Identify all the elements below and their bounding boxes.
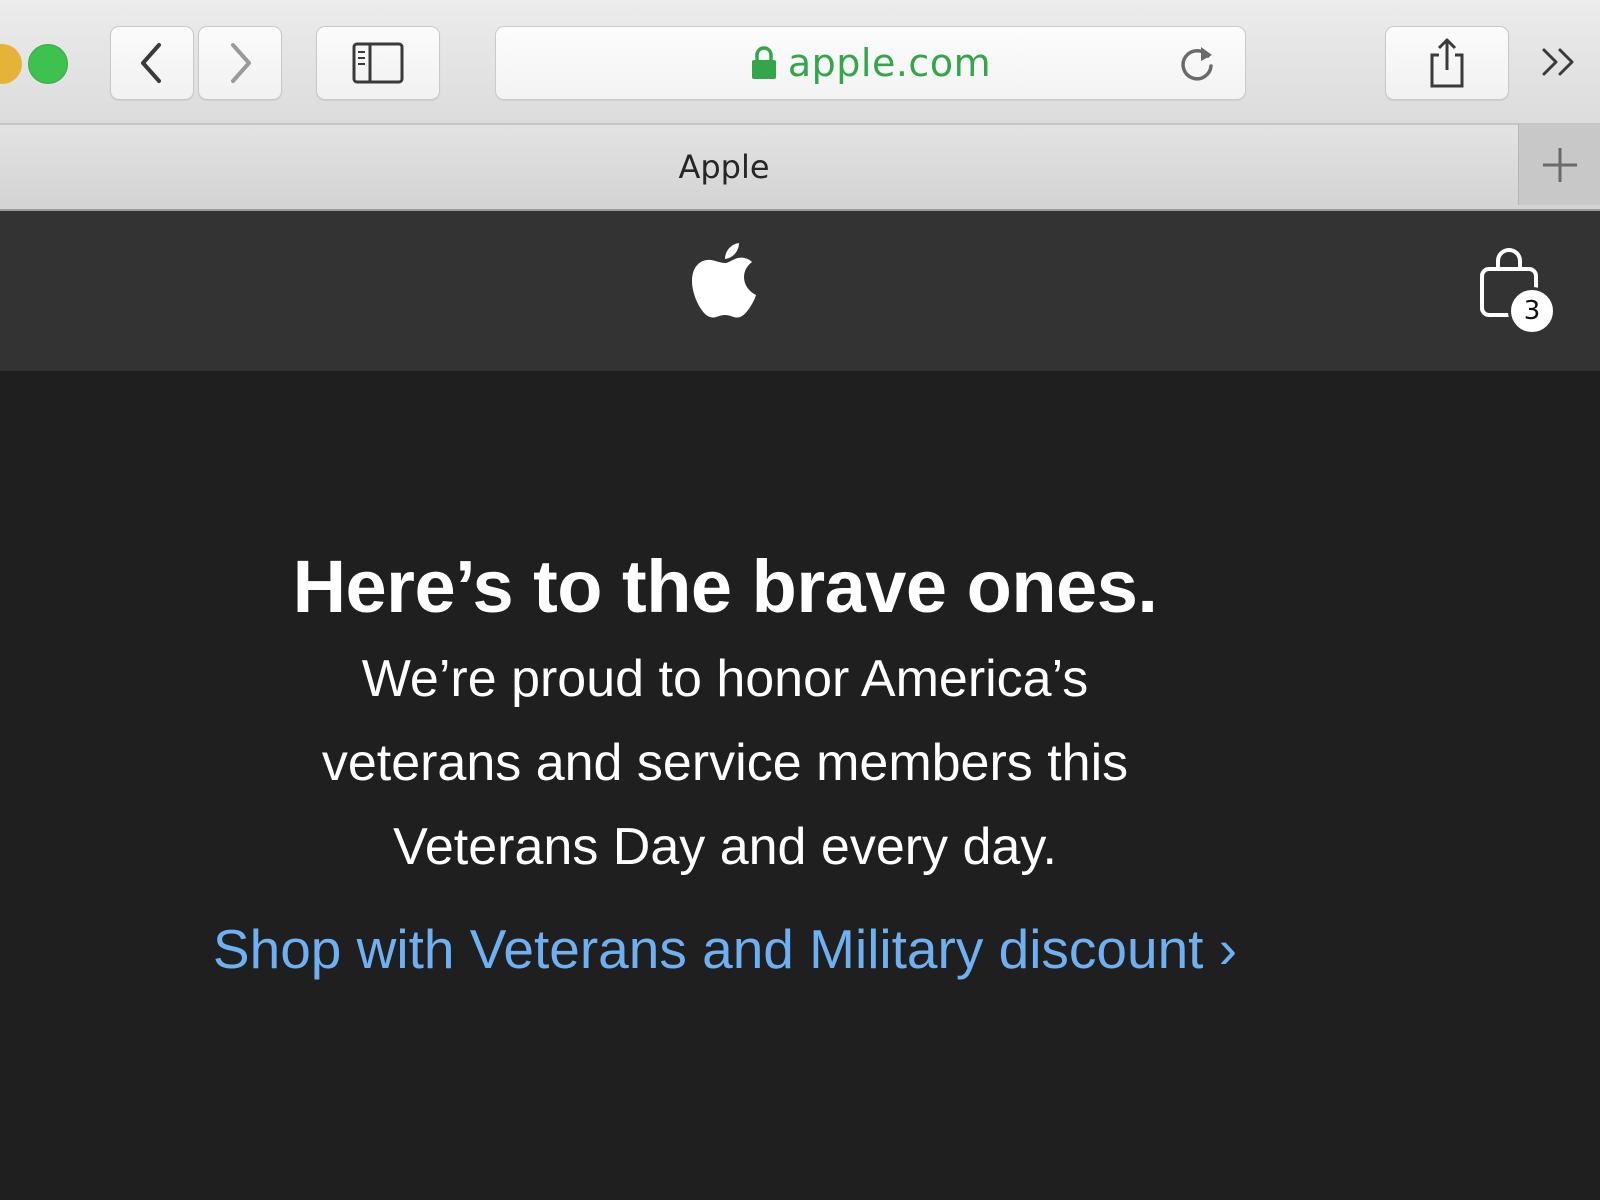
share-button[interactable] bbox=[1385, 26, 1509, 100]
sidebar-icon bbox=[352, 42, 404, 84]
tab-bar: Apple bbox=[0, 125, 1600, 211]
browser-window: apple.com Apple 3 Here’s to the brave on… bbox=[0, 0, 1600, 1200]
sidebar-toggle-button[interactable] bbox=[316, 26, 440, 100]
address-display: apple.com bbox=[496, 27, 1245, 99]
browser-toolbar: apple.com bbox=[0, 0, 1600, 125]
shop-veterans-discount-link[interactable]: Shop with Veterans and Military discount… bbox=[213, 911, 1237, 987]
hero-section: Here’s to the brave ones. We’re proud to… bbox=[0, 371, 1600, 1200]
apple-logo-icon[interactable] bbox=[692, 241, 758, 321]
chevron-left-icon bbox=[141, 43, 161, 83]
bag-count-badge: 3 bbox=[1508, 287, 1556, 335]
forward-button[interactable] bbox=[198, 26, 282, 100]
zoom-button[interactable] bbox=[28, 44, 68, 84]
hero-content: Here’s to the brave ones. We’re proud to… bbox=[150, 541, 1300, 987]
back-button[interactable] bbox=[110, 26, 194, 100]
lock-icon bbox=[751, 46, 776, 79]
hero-headline: Here’s to the brave ones. bbox=[292, 545, 1158, 628]
chevron-right-icon bbox=[231, 43, 251, 83]
address-bar[interactable]: apple.com bbox=[495, 26, 1246, 100]
hero-subhead: We’re proud to honor America’s veterans … bbox=[321, 650, 1129, 876]
minimize-button[interactable] bbox=[0, 44, 22, 84]
toolbar-overflow-icon[interactable] bbox=[1540, 42, 1580, 82]
tab-apple[interactable]: Apple bbox=[0, 125, 1448, 209]
plus-icon bbox=[1542, 148, 1577, 182]
share-icon bbox=[1430, 38, 1464, 88]
reload-icon[interactable] bbox=[1177, 44, 1217, 84]
apple-global-nav: 3 bbox=[0, 211, 1600, 371]
new-tab-button[interactable] bbox=[1518, 125, 1600, 205]
address-text: apple.com bbox=[787, 41, 992, 85]
